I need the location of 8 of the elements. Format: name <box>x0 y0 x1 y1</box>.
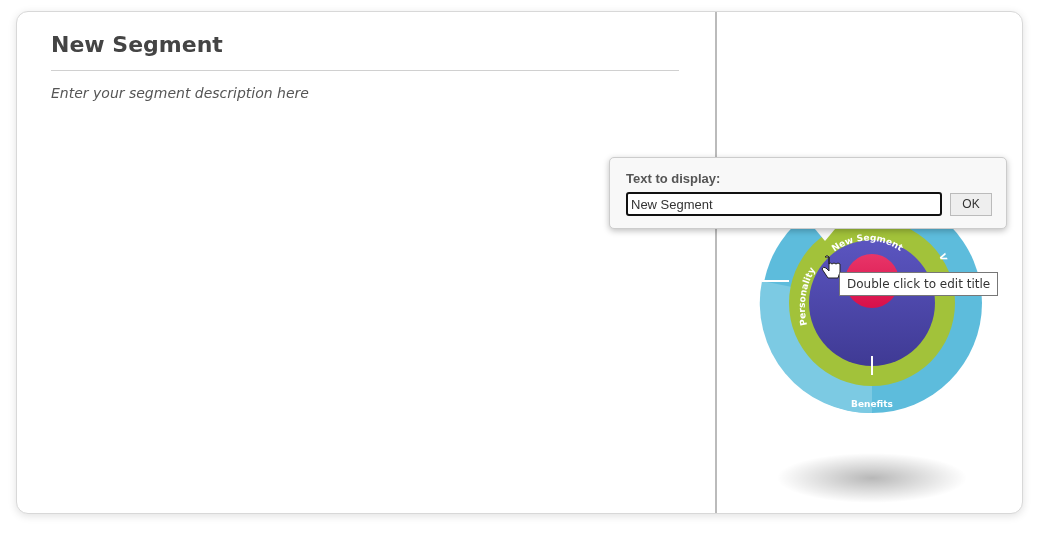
ok-button[interactable]: OK <box>950 192 992 216</box>
field-label: Text to display: <box>626 171 722 186</box>
segment-description[interactable]: Enter your segment description here <box>51 85 679 101</box>
segment-title[interactable]: New Segment <box>51 32 679 71</box>
ring-label: Benefits <box>851 399 893 409</box>
ring-label: V <box>937 252 949 263</box>
text-input-field[interactable]: New Segment <box>626 192 942 216</box>
hand-cursor-icon <box>821 255 841 279</box>
